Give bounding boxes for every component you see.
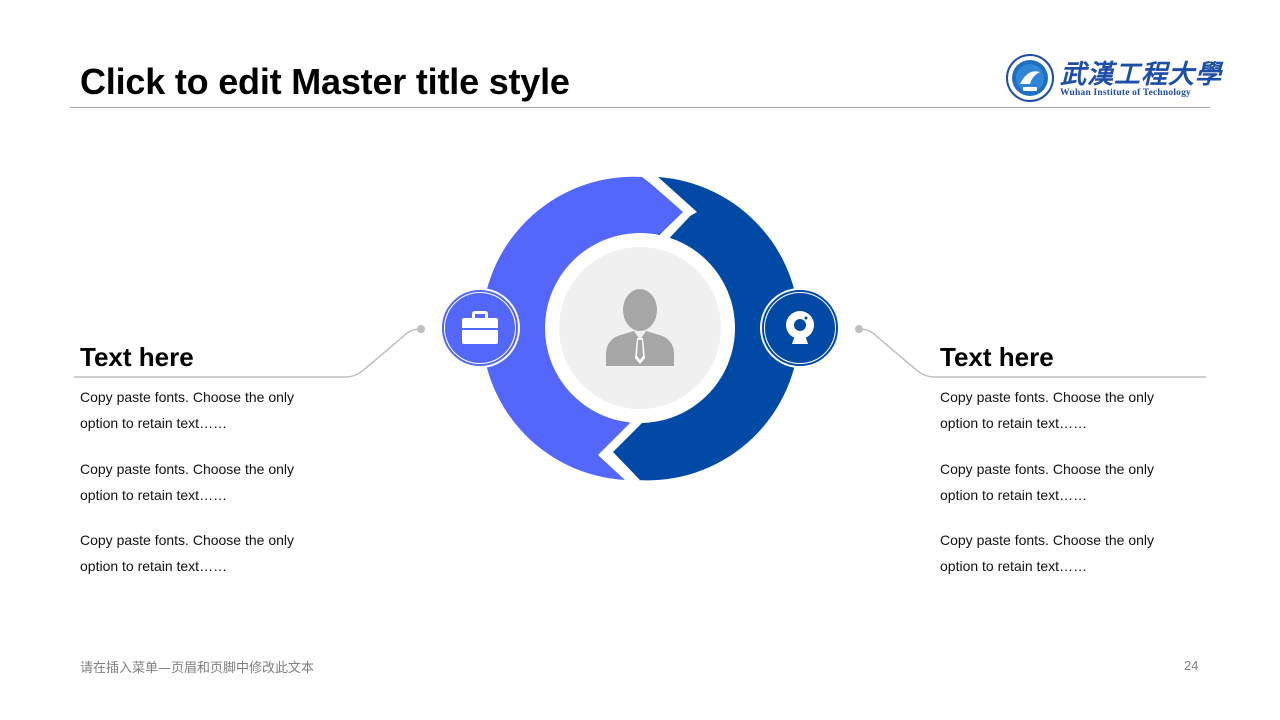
left-paragraph-3[interactable]: Copy paste fonts. Choose the only option… xyxy=(80,527,320,579)
page-number: 24 xyxy=(1184,658,1199,673)
right-paragraph-1[interactable]: Copy paste fonts. Choose the only option… xyxy=(940,384,1180,436)
left-text-panel: Text here Copy paste fonts. Choose the o… xyxy=(80,340,340,574)
right-paragraph-2[interactable]: Copy paste fonts. Choose the only option… xyxy=(940,456,1180,508)
right-icon-badge[interactable] xyxy=(760,288,840,368)
right-heading[interactable]: Text here xyxy=(940,340,1200,374)
right-text-panel: Text here Copy paste fonts. Choose the o… xyxy=(940,340,1200,574)
footer-text: 请在插入菜单—页眉和页脚中修改此文本 xyxy=(80,661,315,676)
left-paragraph-1[interactable]: Copy paste fonts. Choose the only option… xyxy=(80,384,320,436)
right-paragraph-3[interactable]: Copy paste fonts. Choose the only option… xyxy=(940,527,1180,579)
left-heading[interactable]: Text here xyxy=(80,340,340,374)
left-icon-badge[interactable] xyxy=(440,288,520,368)
left-paragraph-2[interactable]: Copy paste fonts. Choose the only option… xyxy=(80,456,320,508)
